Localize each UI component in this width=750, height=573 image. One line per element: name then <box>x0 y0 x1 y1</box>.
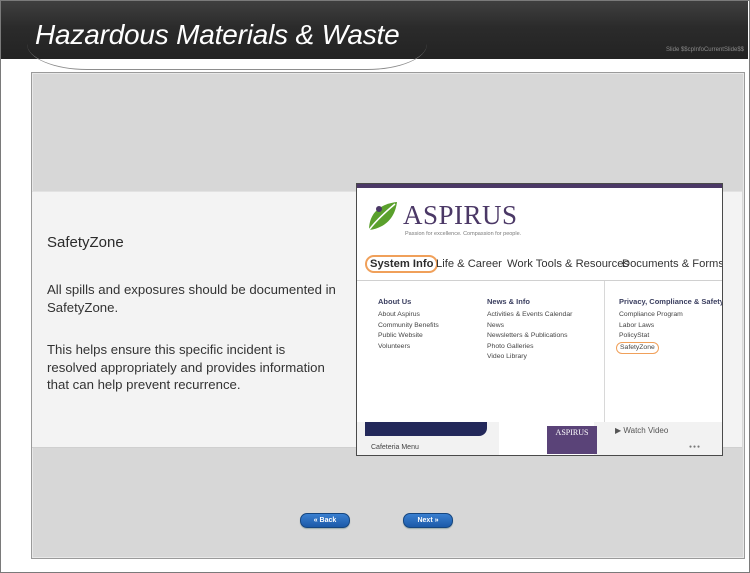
menu-column-news: News & Info Activities & Events Calendar… <box>487 297 572 363</box>
menu-item: Community Benefits <box>378 321 439 329</box>
safetyzone-highlight: SafetyZone <box>616 341 659 354</box>
column-heading: About Us <box>378 297 412 306</box>
slide-info: Slide $$cpInfoCurrentSlide$$ <box>665 47 744 53</box>
next-button[interactable]: Next » <box>403 513 453 528</box>
watch-video-link: ▶ Watch Video <box>615 426 669 435</box>
menu-item: Newsletters & Publications <box>487 332 568 339</box>
menu-column-about: About Us About Aspirus Community Benefit… <box>378 297 439 352</box>
screenshot-topbar <box>357 184 722 188</box>
menu-column-privacy: Privacy, Compliance & Safety Compliance … <box>604 281 723 423</box>
menu-item: Labor Laws <box>619 321 655 329</box>
section-heading: SafetyZone <box>47 234 124 251</box>
column-heading: Privacy, Compliance & Safety <box>619 297 723 306</box>
carousel-dots-icon: ●●● <box>689 444 702 450</box>
tab-documents-forms: Documents & Forms <box>622 258 723 270</box>
back-button[interactable]: « Back <box>300 513 350 528</box>
aspirus-logo: ASPIRUS Passion for excellence. Compassi… <box>365 198 525 238</box>
intranet-nav: System Info Life & Career Work Tools & R… <box>357 252 722 278</box>
header-decoration <box>27 43 427 70</box>
navy-banner <box>365 422 487 436</box>
logo-tagline: Passion for excellence. Compassion for p… <box>405 231 522 237</box>
intranet-screenshot: ASPIRUS Passion for excellence. Compassi… <box>356 183 723 456</box>
screenshot-lower-area: Cafeteria Menu ASPIRUS ▶ Watch Video ●●● <box>357 422 722 455</box>
paragraph-documentation: All spills and exposures should be docum… <box>47 282 336 315</box>
menu-item: News <box>487 321 504 329</box>
menu-item: Compliance Program <box>619 311 683 318</box>
paragraph-purpose: This helps ensure this specific incident… <box>47 342 325 392</box>
aspirus-leaf-icon <box>368 202 397 231</box>
tab-life-career: Life & Career <box>436 258 502 270</box>
menu-item: PolicyStat <box>619 332 650 339</box>
menu-item: Video Library <box>487 353 527 360</box>
menu-item: Public Website <box>378 332 423 339</box>
menu-item: About Aspirus <box>378 311 420 318</box>
cafeteria-link: Cafeteria Menu <box>371 444 419 451</box>
logo-wordmark: ASPIRUS <box>403 200 518 230</box>
tab-system-info: System Info <box>365 255 439 273</box>
menu-item: Volunteers <box>378 342 411 350</box>
dropdown-menu: About Us About Aspirus Community Benefit… <box>357 280 722 423</box>
slide-header: Hazardous Materials & Waste Slide $$cpIn… <box>1 1 748 70</box>
news-tile: ASPIRUS <box>499 422 597 455</box>
menu-item: Activities & Events Calendar <box>487 311 573 318</box>
tab-work-tools: Work Tools & Resources <box>507 258 630 270</box>
column-divider <box>604 281 605 423</box>
column-heading: News & Info <box>487 297 530 306</box>
menu-item: Photo Galleries <box>487 342 534 350</box>
watch-video-label: Watch Video <box>623 426 669 435</box>
tile-logo: ASPIRUS <box>547 426 597 454</box>
